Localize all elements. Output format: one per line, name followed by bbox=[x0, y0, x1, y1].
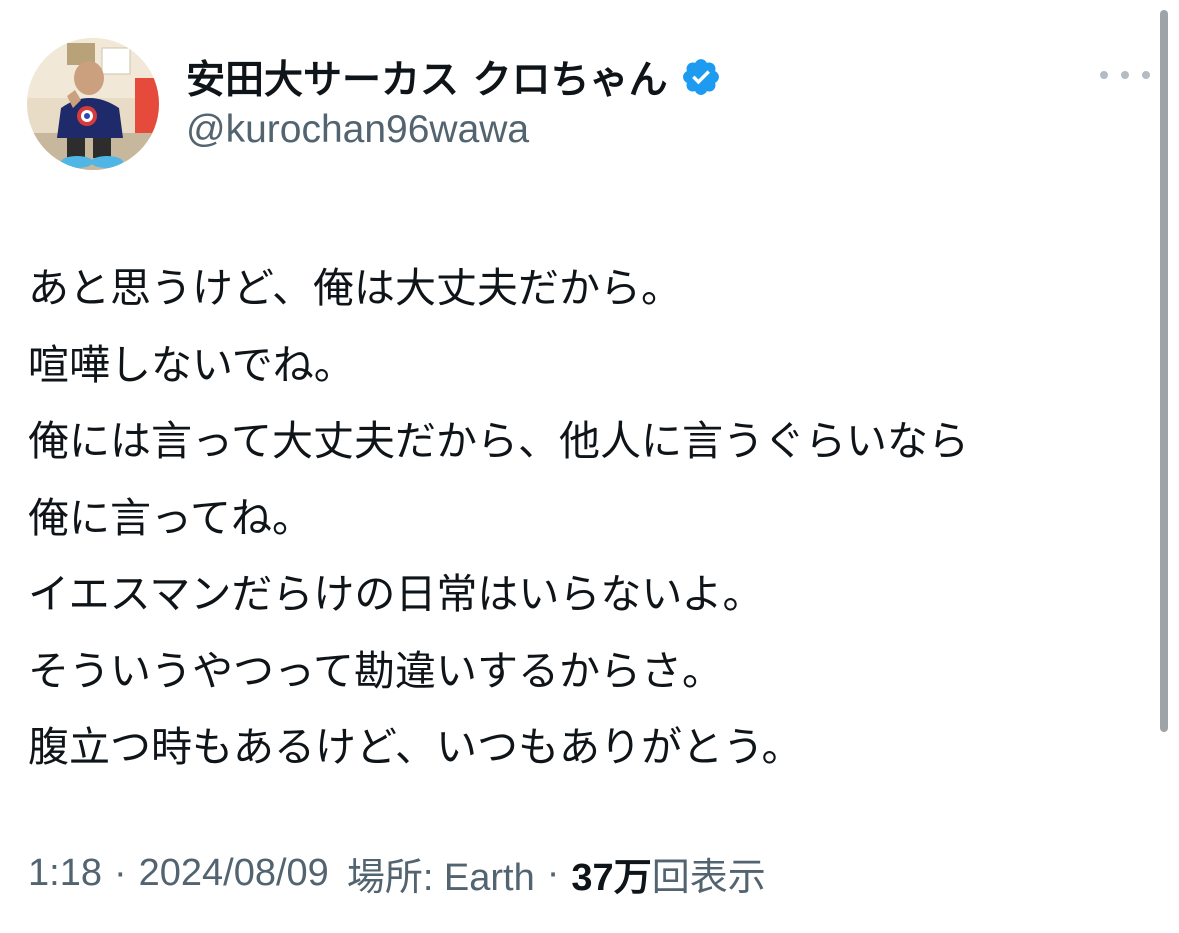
avatar-image bbox=[27, 38, 159, 170]
tweet-metadata: 1:18 · 2024/08/09 場所: Earth · 37万 回表示 bbox=[28, 846, 766, 901]
author-name-row[interactable]: 安田大サーカス クロちゃん bbox=[186, 50, 722, 104]
view-count-label: 回表示 bbox=[651, 856, 766, 899]
scrollbar[interactable] bbox=[1160, 10, 1168, 732]
meta-separator: · bbox=[113, 851, 127, 894]
tweet-card: 安田大サーカス クロちゃん @kurochan96wawa あと思うけど、俺は大… bbox=[0, 0, 1179, 933]
view-count[interactable]: 37万 bbox=[571, 846, 651, 901]
display-name[interactable]: 安田大サーカス クロちゃん bbox=[186, 49, 668, 105]
tweet-text-line: そういうやつって勘違いするからさ。 bbox=[28, 646, 723, 695]
tweet-text-line: イエスマンだらけの日常はいらないよ。 bbox=[28, 570, 764, 618]
avatar[interactable] bbox=[27, 38, 159, 170]
more-horizontal-icon bbox=[1121, 71, 1129, 79]
tweet-time[interactable]: 1:18 bbox=[28, 852, 102, 895]
tweet-text-line: 喧嘩しないでね。 bbox=[28, 340, 355, 389]
tweet-text-line: 俺に言ってね。 bbox=[28, 493, 313, 542]
meta-separator: · bbox=[546, 851, 560, 894]
tweet-text-line: 俺には言って大丈夫だから、他人に言うぐらいなら bbox=[28, 417, 969, 465]
more-options-button[interactable] bbox=[1100, 60, 1150, 90]
tweet-text-line: あと思うけど、俺は大丈夫だから。 bbox=[28, 264, 682, 312]
tweet-text-line: 腹立つ時もあるけど、いつもありがとう。 bbox=[28, 723, 803, 771]
tweet-location: 場所: Earth bbox=[346, 856, 535, 899]
more-horizontal-icon bbox=[1100, 71, 1108, 79]
tweet-date[interactable]: 2024/08/09 bbox=[139, 852, 329, 895]
more-horizontal-icon bbox=[1142, 71, 1150, 79]
author-handle[interactable]: @kurochan96wawa bbox=[186, 108, 529, 152]
tweet-text: あと思うけど、俺は大丈夫だから。 喧嘩しないでね。 俺には言って大丈夫だから、他… bbox=[28, 250, 1148, 786]
verified-badge-icon bbox=[680, 56, 722, 98]
